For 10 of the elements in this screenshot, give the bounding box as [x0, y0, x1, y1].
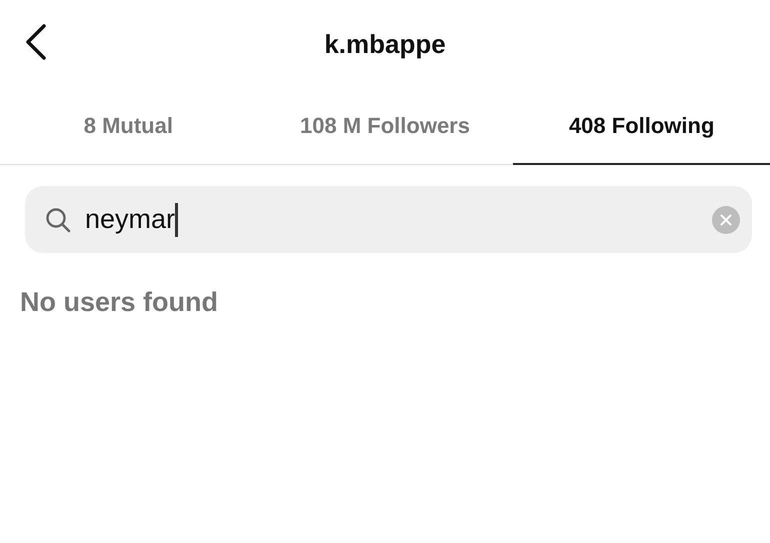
search-field[interactable]: neymar	[25, 186, 752, 253]
profile-username: k.mbappe	[324, 28, 446, 60]
empty-message: No users found	[20, 287, 220, 318]
chevron-left-icon	[24, 23, 48, 61]
search-icon	[45, 206, 71, 232]
close-icon	[720, 214, 732, 226]
tab[interactable]: 8 Mutual	[0, 88, 257, 165]
text-cursor-icon	[175, 202, 178, 236]
tab[interactable]: 408 Following	[513, 88, 770, 165]
tab[interactable]: 108 M Followers	[256, 88, 514, 165]
